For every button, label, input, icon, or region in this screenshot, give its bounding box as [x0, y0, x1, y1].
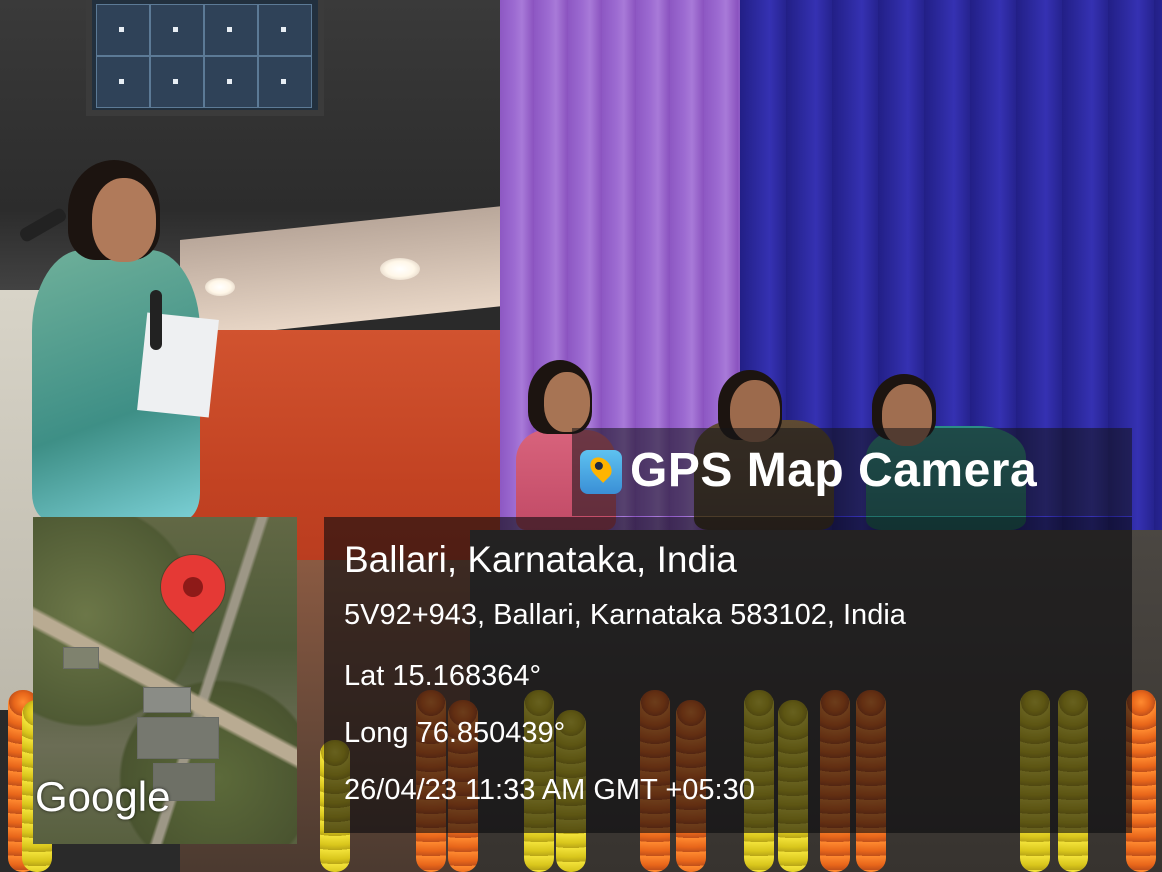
longitude: Long 76.850439°: [344, 717, 566, 749]
ceiling-light: [380, 258, 420, 280]
gps-title-bar: GPS Map Camera: [572, 428, 1132, 516]
display-screen: [86, 0, 324, 116]
place-name: Ballari, Karnataka, India: [344, 539, 737, 580]
google-logo: Google: [35, 773, 171, 820]
handheld-microphone: [150, 290, 162, 350]
location-pin-icon: [147, 541, 239, 633]
gps-map-camera-icon: [580, 450, 622, 494]
app-title: GPS Map Camera: [630, 444, 1038, 497]
timestamp: 26/04/23 11:33 AM GMT +05:30: [344, 774, 755, 806]
address: 5V92+943, Ballari, Karnataka 583102, Ind…: [344, 599, 906, 631]
latitude: Lat 15.168364°: [344, 660, 542, 692]
ceiling-light: [205, 278, 235, 296]
event-photo: GPS Map Camera Ballari, Karnataka, India…: [0, 0, 1162, 872]
location-info-panel: Ballari, Karnataka, India 5V92+943, Ball…: [324, 517, 1132, 833]
satellite-map-thumbnail: Google: [33, 517, 297, 844]
